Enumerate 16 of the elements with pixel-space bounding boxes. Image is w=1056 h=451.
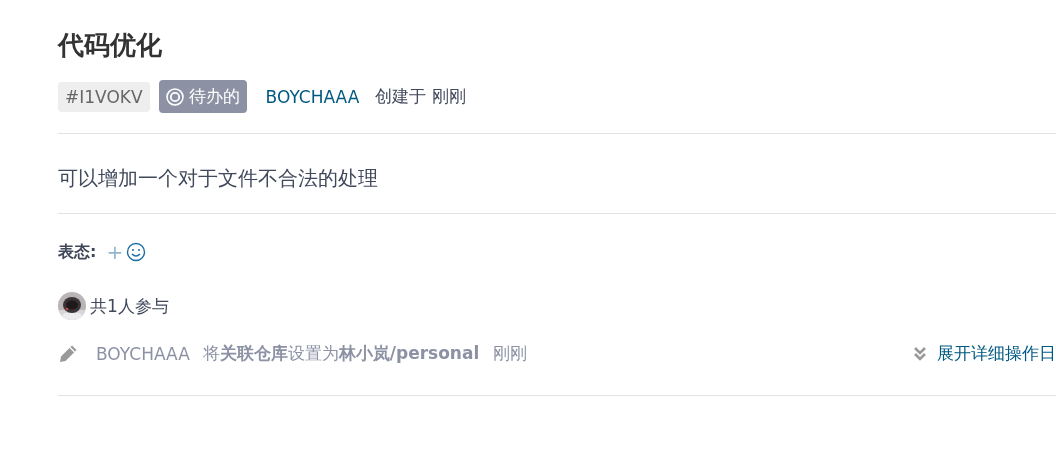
smiley-icon[interactable] <box>126 242 147 262</box>
author-link[interactable]: BOYCHAAA <box>265 86 360 107</box>
activity-time: 刚刚 <box>493 342 528 365</box>
pencil-icon <box>58 343 78 364</box>
issue-title: 代码优化 <box>58 29 163 62</box>
issue-number: #I1VOKV <box>58 81 150 112</box>
activity-user: BOYCHAAA <box>96 343 190 364</box>
double-chevron-icon <box>913 345 927 362</box>
status-ring-icon <box>165 87 184 106</box>
created-time: 创建于 刚刚 <box>375 85 466 108</box>
participants-count: 共1人参与 <box>90 294 169 318</box>
issue-description: 可以增加一个对于文件不合法的处理 <box>58 165 379 192</box>
status-badge: 待办的 <box>158 80 247 113</box>
activity-description: 将关联仓库设置为林小岚/personal <box>202 342 480 365</box>
reactions-label: 表态: <box>58 241 97 263</box>
expand-log-link[interactable]: 展开详细操作日 <box>913 342 1056 365</box>
